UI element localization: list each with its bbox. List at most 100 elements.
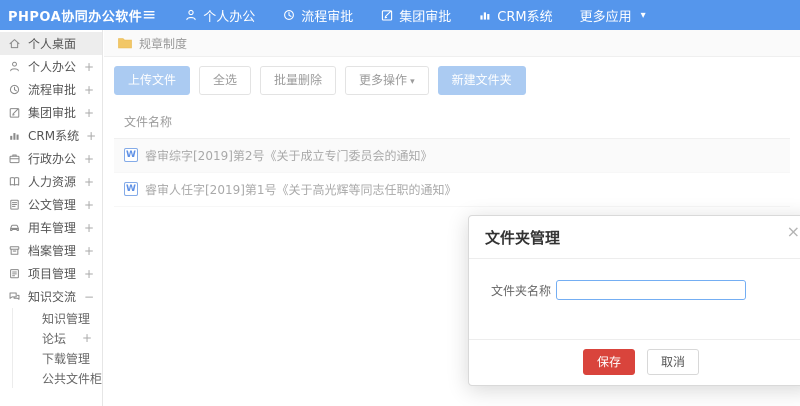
expand-plus-icon: + — [83, 220, 94, 235]
document-icon — [10, 199, 19, 210]
more-actions-label: 更多操作 — [359, 73, 408, 87]
folder-name-input[interactable] — [556, 280, 747, 300]
edit-icon — [382, 10, 393, 21]
history-icon — [284, 10, 295, 20]
sidebar-item-human-resources[interactable]: 人力资源 + — [0, 170, 102, 193]
sidebar-subitem-label: 下载管理 — [42, 351, 91, 366]
sidebar-item-label: 档案管理 — [28, 244, 77, 258]
upload-file-button[interactable]: 上传文件 — [114, 66, 191, 95]
file-row[interactable]: W 睿审人任字[2019]第1号《关于高光辉等同志任职的通知》 — [114, 173, 790, 207]
word-file-icon: W — [124, 182, 138, 197]
sidebar-item-group-approval[interactable]: 集团审批 + — [0, 101, 102, 124]
expand-plus-icon: + — [83, 266, 94, 281]
expand-plus-icon: + — [83, 82, 94, 97]
sidebar-item-workflow-approval[interactable]: 流程审批 + — [0, 78, 102, 101]
sidebar-item-knowledge-management[interactable]: 知识管理 — [13, 308, 102, 328]
nav-item-more-apps[interactable]: 更多应用 ▾ — [580, 6, 646, 25]
cancel-button[interactable]: 取消 — [647, 348, 700, 375]
nav-item-personal-office[interactable]: 个人办公 — [184, 6, 255, 25]
sidebar-item-label: 流程审批 — [28, 83, 77, 97]
expand-plus-icon: + — [83, 151, 94, 166]
expand-plus-icon: + — [83, 243, 94, 258]
expand-minus-icon: − — [83, 289, 94, 304]
select-all-button[interactable]: 全选 — [199, 66, 252, 95]
file-table: 文件名称 W 睿审综字[2019]第2号《关于成立专门委员会的通知》 W 睿审人… — [114, 105, 790, 207]
sidebar-item-label: CRM系统 — [28, 129, 80, 143]
nav-item-label: 更多应用 — [579, 9, 632, 25]
app-logo: PHPOA协同办公软件 — [8, 9, 143, 25]
sidebar-item-label: 个人办公 — [28, 60, 77, 74]
nav-item-label: CRM系统 — [497, 9, 553, 25]
expand-plus-icon: + — [83, 105, 94, 120]
folder-management-dialog: 文件夹管理 × 文件夹名称 保存 取消 — [468, 215, 800, 386]
more-actions-button[interactable]: 更多操作 ▾ — [345, 66, 429, 95]
edit-icon — [9, 108, 20, 118]
sidebar-item-public-file-cabinet[interactable]: 公共文件柜 — [13, 368, 102, 388]
file-name: 睿审综字[2019]第2号《关于成立专门委员会的通知》 — [145, 148, 433, 163]
expand-plus-icon: + — [83, 197, 94, 212]
bar-chart-icon — [10, 133, 19, 140]
sidebar-item-vehicle-management[interactable]: 用车管理 + — [0, 216, 102, 239]
sidebar-item-crm-system[interactable]: CRM系统 + — [0, 124, 102, 147]
sidebar: 个人桌面 个人办公 + 流程审批 + 集团审批 + CRM系统 + 行政办公 + — [0, 30, 103, 406]
sidebar-item-label: 行政办公 — [28, 152, 77, 166]
hamburger-menu-icon[interactable]: ≡ — [142, 6, 156, 24]
expand-plus-icon: + — [86, 128, 97, 143]
book-icon — [9, 177, 20, 186]
nav-item-workflow-approval[interactable]: 流程审批 — [282, 6, 353, 25]
expand-plus-icon: + — [83, 59, 94, 74]
breadcrumb-label: 规章制度 — [139, 36, 188, 51]
sidebar-item-project-management[interactable]: 项目管理 + — [0, 262, 102, 285]
batch-delete-button[interactable]: 批量删除 — [260, 66, 337, 95]
file-table-header: 文件名称 — [114, 105, 790, 139]
sidebar-item-label: 用车管理 — [28, 221, 77, 235]
sidebar-item-document-management[interactable]: 公文管理 + — [0, 193, 102, 216]
dialog-header: 文件夹管理 × — [469, 216, 800, 259]
save-button[interactable]: 保存 — [582, 348, 635, 375]
archive-icon — [9, 246, 20, 255]
sidebar-item-admin-office[interactable]: 行政办公 + — [0, 147, 102, 170]
sidebar-item-personal-desktop[interactable]: 个人桌面 — [0, 32, 102, 55]
briefcase-icon — [9, 154, 20, 164]
top-navbar: PHPOA协同办公软件 ≡ 个人办公 流程审批 集团审批 CRM系统 更多应用 … — [0, 0, 800, 30]
sidebar-item-label: 知识交流 — [28, 290, 77, 304]
nav-item-label: 个人办公 — [203, 9, 256, 25]
nav-item-crm-system[interactable]: CRM系统 — [478, 6, 553, 25]
car-icon — [10, 224, 19, 231]
sidebar-subitem-label: 论坛 — [42, 331, 67, 346]
sidebar-item-label: 集团审批 — [28, 106, 77, 120]
sidebar-item-personal-office[interactable]: 个人办公 + — [0, 55, 102, 78]
user-icon — [186, 9, 196, 21]
navbar-items: 个人办公 流程审批 集团审批 CRM系统 更多应用 ▾ — [184, 6, 646, 25]
app-window: PHPOA协同办公软件 ≡ 个人办公 流程审批 集团审批 CRM系统 更多应用 … — [0, 0, 800, 406]
folder-name-label: 文件夹名称 — [491, 283, 552, 298]
expand-plus-icon: + — [81, 331, 92, 345]
word-file-icon: W — [124, 148, 138, 163]
sidebar-item-label: 个人桌面 — [28, 37, 77, 51]
dialog-body: 文件夹名称 — [469, 259, 800, 300]
breadcrumb: 规章制度 — [104, 30, 800, 57]
history-icon — [9, 84, 20, 95]
nav-item-label: 集团审批 — [399, 9, 452, 25]
sidebar-item-label: 人力资源 — [28, 175, 77, 189]
expand-plus-icon: + — [83, 174, 94, 189]
caret-down-icon: ▾ — [640, 9, 646, 21]
sidebar-item-archive-management[interactable]: 档案管理 + — [0, 239, 102, 262]
bar-chart-icon — [480, 12, 490, 20]
close-icon[interactable]: × — [787, 224, 800, 240]
caret-down-icon: ▾ — [410, 77, 415, 87]
sidebar-subitem-label: 公共文件柜 — [42, 371, 103, 386]
file-row[interactable]: W 睿审综字[2019]第2号《关于成立专门委员会的通知》 — [114, 138, 790, 173]
sidebar-item-knowledge-exchange[interactable]: 知识交流 − — [0, 285, 102, 308]
sidebar-item-forum[interactable]: 论坛 + — [13, 328, 102, 348]
dialog-title: 文件夹管理 — [485, 229, 561, 247]
chat-icon — [9, 292, 20, 300]
sidebar-item-label: 公文管理 — [28, 198, 77, 212]
nav-item-label: 流程审批 — [301, 9, 354, 25]
dialog-footer: 保存 取消 — [469, 338, 800, 385]
sidebar-item-download-management[interactable]: 下载管理 — [13, 348, 102, 368]
toolbar: 上传文件 全选 批量删除 更多操作 ▾ 新建文件夹 — [104, 57, 800, 103]
new-folder-button[interactable]: 新建文件夹 — [437, 66, 526, 95]
sidebar-submenu-knowledge: 知识管理 论坛 + 下载管理 公共文件柜 — [12, 308, 102, 388]
nav-item-group-approval[interactable]: 集团审批 — [380, 6, 451, 25]
